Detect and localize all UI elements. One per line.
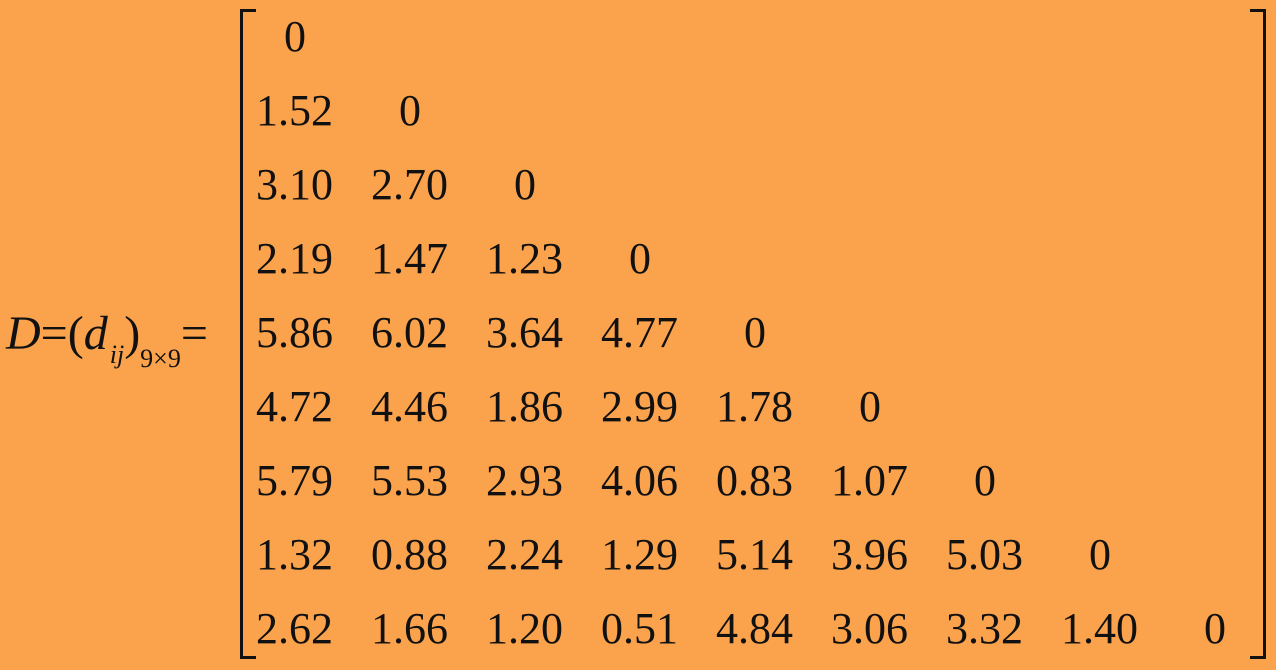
right-paren: ) [124,307,141,360]
matrix-cell: 6.02 [371,308,448,357]
left-bracket [240,9,256,659]
matrix-cell: 0.51 [601,604,678,653]
matrix-cell: 0 [744,308,766,357]
matrix-cell: 3.10 [256,160,333,209]
matrix-cell: 2.99 [601,382,678,431]
matrix-cell: 1.29 [601,530,678,579]
matrix-cell: 3.32 [946,604,1023,653]
matrix-cell: 2.19 [256,234,333,283]
matrix-cell: 1.40 [1061,604,1138,653]
matrix-symbol: D [6,307,41,360]
matrix-cell: 1.78 [716,382,793,431]
matrix-cell: 0 [1089,530,1111,579]
matrix-cell: 0 [514,160,536,209]
matrix-cell: 4.72 [256,382,333,431]
matrix-row: 1.52 0 [256,74,1246,148]
matrix-cell: 1.32 [256,530,333,579]
matrix-cell: 1.20 [486,604,563,653]
matrix-row: 5.86 6.02 3.64 4.77 0 [256,296,1246,370]
matrix-cell: 1.07 [831,456,908,505]
matrix-cell: 5.03 [946,530,1023,579]
matrix-cell: 5.14 [716,530,793,579]
matrix-row: 2.62 1.66 1.20 0.51 4.84 3.06 3.32 1.40 0 [256,592,1246,666]
matrix-cell: 0 [284,12,306,61]
matrix-definition: D=(dij)9×9= [6,302,208,373]
right-bracket [1250,9,1266,659]
matrix-cell: 0 [859,382,881,431]
matrix-row: 3.10 2.70 0 [256,148,1246,222]
distance-matrix: 0 1.52 0 3.10 2.70 0 2.19 1.47 1.23 0 5.86 6.02 3.64… [256,0,1246,670]
matrix-cell: 2.70 [371,160,448,209]
matrix-cell: 4.46 [371,382,448,431]
left-paren: ( [67,307,84,360]
matrix-cell: 3.06 [831,604,908,653]
size-subscript: 9×9 [140,344,181,373]
matrix-cell: 1.66 [371,604,448,653]
matrix-cell: 0 [629,234,651,283]
matrix-cell: 4.77 [601,308,678,357]
matrix-cell: 2.93 [486,456,563,505]
matrix-cell: 4.84 [716,604,793,653]
matrix-cell: 3.96 [831,530,908,579]
matrix-cell: 3.64 [486,308,563,357]
matrix-cell: 2.62 [256,604,333,653]
matrix-cell: 0.88 [371,530,448,579]
matrix-row: 5.79 5.53 2.93 4.06 0.83 1.07 0 [256,444,1246,518]
matrix-cell: 1.52 [256,86,333,135]
matrix-cell: 4.06 [601,456,678,505]
matrix-cell: 1.86 [486,382,563,431]
matrix-cell: 0 [399,86,421,135]
matrix-row: 4.72 4.46 1.86 2.99 1.78 0 [256,370,1246,444]
element-subscript: ij [109,340,125,369]
matrix-cell: 0.83 [716,456,793,505]
element-symbol: d [83,307,108,360]
matrix-cell: 0 [1204,604,1226,653]
matrix-row: 2.19 1.47 1.23 0 [256,222,1246,296]
matrix-cell: 1.23 [486,234,563,283]
matrix-row: 1.32 0.88 2.24 1.29 5.14 3.96 5.03 0 [256,518,1246,592]
matrix-cell: 5.86 [256,308,333,357]
equals-sign: = [40,307,68,360]
matrix-cell: 5.79 [256,456,333,505]
equals-sign-2: = [180,307,208,360]
matrix-row: 0 [256,0,1246,74]
matrix-cell: 2.24 [486,530,563,579]
matrix-cell: 0 [974,456,996,505]
matrix-cell: 5.53 [371,456,448,505]
matrix-cell: 1.47 [371,234,448,283]
